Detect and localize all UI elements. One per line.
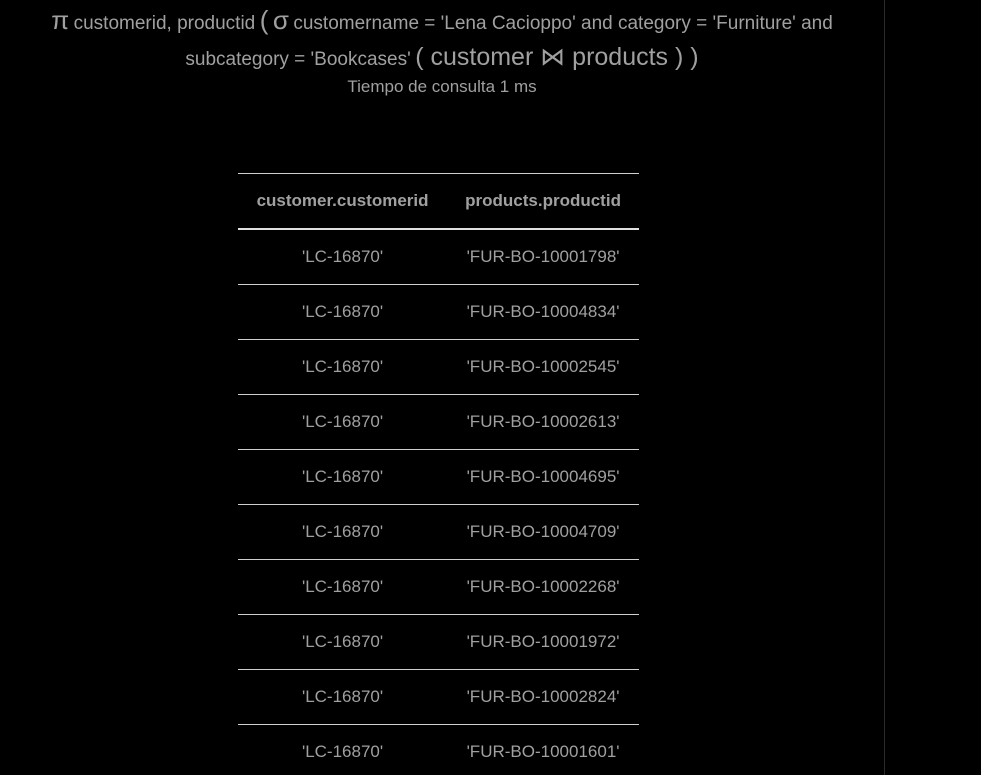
table-row: 'LC-16870' 'FUR-BO-10002613' xyxy=(238,394,639,450)
cell-productid: 'FUR-BO-10004709' xyxy=(447,504,639,560)
relational-algebra-expression: π customerid, productid ( σ customername… xyxy=(0,4,884,77)
cell-customerid: 'LC-16870' xyxy=(238,449,448,505)
table-row: 'LC-16870' 'FUR-BO-10001601' xyxy=(238,724,639,775)
table-row: 'LC-16870' 'FUR-BO-10002268' xyxy=(238,559,639,615)
cell-productid: 'FUR-BO-10004834' xyxy=(447,284,639,340)
expression-line-1: π customerid, productid ( σ customername… xyxy=(0,4,884,41)
table-header-row: customer.customerid products.productid xyxy=(238,173,639,230)
cell-customerid: 'LC-16870' xyxy=(238,229,448,285)
cell-customerid: 'LC-16870' xyxy=(238,339,448,395)
result-table: customer.customerid products.productid '… xyxy=(238,173,639,775)
cell-customerid: 'LC-16870' xyxy=(238,394,448,450)
table-row: 'LC-16870' 'FUR-BO-10004695' xyxy=(238,449,639,505)
projection-symbol: π xyxy=(51,5,70,35)
selection-condition-line-1: customername = 'Lena Cacioppo' and categ… xyxy=(293,13,833,34)
selection-symbol: σ xyxy=(272,5,289,35)
side-panel xyxy=(885,0,981,775)
cell-productid: 'FUR-BO-10002824' xyxy=(447,669,639,725)
cell-customerid: 'LC-16870' xyxy=(238,504,448,560)
cell-productid: 'FUR-BO-10002545' xyxy=(447,339,639,395)
query-time: Tiempo de consulta 1 ms xyxy=(347,77,537,96)
cell-productid: 'FUR-BO-10001972' xyxy=(447,614,639,670)
column-header-productid: products.productid xyxy=(447,173,639,230)
cell-customerid: 'LC-16870' xyxy=(238,284,448,340)
expression-line-2: subcategory = 'Bookcases' ( customer ⋈ p… xyxy=(0,41,884,77)
open-paren: ( xyxy=(259,5,269,35)
cell-customerid: 'LC-16870' xyxy=(238,559,448,615)
table-row: 'LC-16870' 'FUR-BO-10001972' xyxy=(238,614,639,670)
table-row: 'LC-16870' 'FUR-BO-10004709' xyxy=(238,504,639,560)
selection-condition-line-2: subcategory = 'Bookcases' xyxy=(185,49,411,70)
cell-customerid: 'LC-16870' xyxy=(238,669,448,725)
cell-productid: 'FUR-BO-10001601' xyxy=(447,724,639,775)
join-expression: ( customer ⋈ products ) ) xyxy=(415,43,699,71)
table-row: 'LC-16870' 'FUR-BO-10001798' xyxy=(238,229,639,285)
column-header-customerid: customer.customerid xyxy=(238,173,448,230)
table-row: 'LC-16870' 'FUR-BO-10004834' xyxy=(238,284,639,340)
table-row: 'LC-16870' 'FUR-BO-10002545' xyxy=(238,339,639,395)
cell-productid: 'FUR-BO-10002613' xyxy=(447,394,639,450)
cell-productid: 'FUR-BO-10004695' xyxy=(447,449,639,505)
projection-attributes: customerid, productid xyxy=(73,13,256,34)
cell-customerid: 'LC-16870' xyxy=(238,614,448,670)
cell-productid: 'FUR-BO-10002268' xyxy=(447,559,639,615)
cell-customerid: 'LC-16870' xyxy=(238,724,448,775)
query-result-panel: π customerid, productid ( σ customername… xyxy=(0,0,884,775)
table-row: 'LC-16870' 'FUR-BO-10002824' xyxy=(238,669,639,725)
cell-productid: 'FUR-BO-10001798' xyxy=(447,229,639,285)
